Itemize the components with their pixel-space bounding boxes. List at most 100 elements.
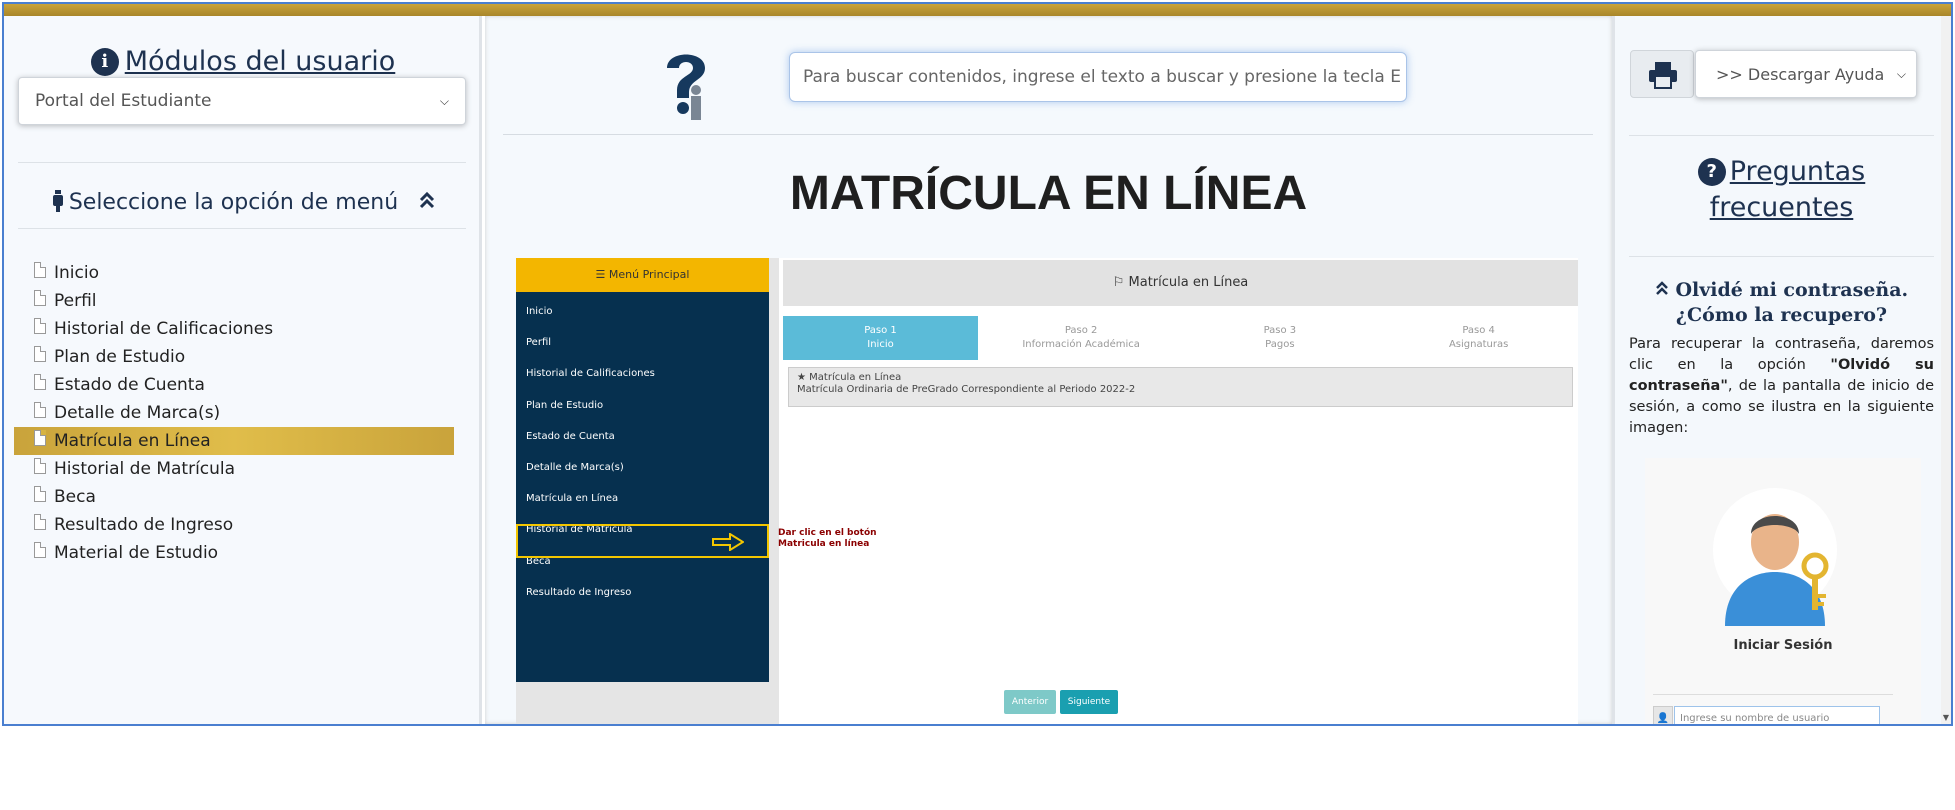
note-line: Dar clic en el botón	[778, 528, 877, 538]
login-illustration: Iniciar Sesión 👤 Ingrese su nombre de us…	[1645, 458, 1921, 724]
tutorial-screenshot: ☰ Menú Principal Inicio Perfil Historial d…	[516, 258, 1578, 724]
notice-line: Matrícula Ordinaria de PreGrado Correspo…	[797, 384, 1136, 395]
search-input[interactable]: Para buscar contenidos, ingrese el texto…	[789, 52, 1407, 102]
chevron-down-icon: ⌵	[1896, 66, 1906, 81]
faq-question-label: Olvidé mi contraseña. ¿Cómo la recupero?	[1675, 279, 1909, 326]
sidebar-item-label: Detalle de Marca(s)	[54, 403, 221, 423]
star-icon: ★	[797, 372, 806, 383]
modules-title-label: Módulos del usuario	[124, 46, 396, 77]
menu-heading[interactable]: Seleccione la opción de menú	[4, 190, 482, 215]
help-question-icon	[661, 46, 711, 126]
sidebar-item[interactable]: Historial de Calificaciones	[14, 315, 454, 343]
sidebar-item[interactable]: Plan de Estudio	[14, 343, 454, 371]
screenshot-sidebar: ☰ Menú Principal Inicio Perfil Historial d…	[516, 258, 769, 682]
divider	[503, 134, 1593, 135]
screenshot-instruction-note: Dar clic en el botón Matricula en línea	[778, 528, 877, 550]
screenshot-step: Paso 2 Información Académica	[982, 316, 1181, 360]
screenshot-sidebar-bottom	[516, 682, 779, 724]
step-name: Paso 4	[1462, 325, 1495, 336]
page-title: MATRÍCULA EN LÍNEA	[789, 167, 1308, 220]
sidebar-item[interactable]: Inicio	[14, 259, 454, 287]
sidebar-item-label: Historial de Matrícula	[54, 459, 236, 479]
modules-title[interactable]: i Módulos del usuario	[4, 46, 482, 77]
hand-pointer-icon	[51, 190, 65, 212]
content-panel: Para buscar contenidos, ingrese el texto…	[485, 16, 1612, 724]
step-desc: Pagos	[1265, 339, 1295, 350]
step-desc: Inicio	[867, 339, 894, 350]
screenshot-step: Paso 1 Inicio	[783, 316, 978, 360]
chevrons-up-icon	[1655, 279, 1676, 301]
screenshot-panel-title: ⚐ Matrícula en Línea	[783, 260, 1578, 306]
right-panel: >> Descargar Ayuda ⌵ ? Preguntas frecuent…	[1612, 16, 1945, 724]
module-select-value: Portal del Estudiante	[35, 91, 212, 111]
screenshot-menu-item: Matrícula en Línea	[526, 493, 619, 505]
note-line: Matricula en línea	[778, 539, 870, 549]
sidebar-item-label: Material de Estudio	[54, 543, 219, 563]
screenshot-menu-header: ☰ Menú Principal	[516, 258, 769, 292]
sidebar-item-label: Plan de Estudio	[54, 347, 186, 367]
module-select[interactable]: Portal del Estudiante ⌵	[18, 77, 466, 125]
faq-title-line: Preguntas	[1729, 156, 1866, 187]
document-icon	[34, 458, 46, 474]
faq-title[interactable]: ? Preguntas frecuentes	[1615, 154, 1948, 226]
divider	[18, 228, 466, 229]
step-name: Paso 3	[1263, 325, 1297, 336]
sidebar-item[interactable]: Material de Estudio	[14, 539, 454, 567]
sidebar-item-label: Beca	[54, 487, 96, 507]
screenshot-menu-item: Plan de Estudio	[526, 399, 604, 411]
divider	[1629, 135, 1934, 136]
document-icon	[34, 262, 46, 278]
arrow-right-icon	[712, 533, 744, 551]
scroll-down-icon[interactable]: ▼	[1941, 713, 1951, 722]
screenshot-menu-item: Estado de Cuenta	[526, 430, 615, 442]
user-icon: 👤	[1653, 706, 1673, 724]
divider	[1629, 256, 1934, 257]
download-help-select[interactable]: >> Descargar Ayuda ⌵	[1695, 50, 1917, 98]
username-input: Ingrese su nombre de usuario	[1674, 706, 1880, 724]
screenshot-menu-item: Resultado de Ingreso	[526, 586, 632, 598]
step-desc: Información Académica	[1022, 339, 1140, 350]
sidebar-item[interactable]: Historial de Matrícula	[14, 455, 454, 483]
document-icon	[34, 514, 46, 530]
screenshot-step: Paso 4 Asignaturas	[1379, 316, 1578, 360]
document-icon	[34, 290, 46, 306]
menu-list: Inicio Perfil Historial de Calificaciones P…	[14, 259, 454, 567]
info-icon: i	[90, 48, 119, 76]
step-name: Paso 2	[1064, 325, 1098, 336]
notice-line: Matrícula en Línea	[809, 372, 902, 383]
sidebar-item-label: Resultado de Ingreso	[54, 515, 234, 535]
sidebar-item[interactable]: Estado de Cuenta	[14, 371, 454, 399]
printer-icon	[1649, 62, 1677, 89]
sidebar-item[interactable]: Beca	[14, 483, 454, 511]
document-icon	[34, 542, 46, 558]
faq-question[interactable]: Olvidé mi contraseña. ¿Cómo la recupero?	[1629, 278, 1934, 328]
screenshot-steps: Paso 1 Inicio Paso 2 Información Académica P…	[783, 316, 1578, 360]
menu-heading-label: Seleccione la opción de menú	[68, 190, 399, 215]
screenshot-prev-button: Anterior	[1004, 690, 1056, 714]
document-icon	[34, 346, 46, 362]
download-help-select-value: >> Descargar Ayuda	[1716, 64, 1885, 84]
screenshot-menu-item: Perfil	[526, 337, 552, 349]
divider	[18, 162, 466, 163]
faq-title-line: frecuentes	[1709, 192, 1854, 223]
divider	[1653, 694, 1893, 695]
sidebar-item[interactable]: Matrícula en Línea	[14, 427, 454, 455]
sidebar-item-label: Estado de Cuenta	[54, 375, 205, 395]
user-key-icon	[1713, 488, 1837, 626]
scrollbar[interactable]: ▼	[1941, 16, 1951, 724]
sidebar-item[interactable]: Perfil	[14, 287, 454, 315]
sidebar-item-label: Matrícula en Línea	[54, 431, 211, 451]
screenshot-next-button: Siguiente	[1060, 690, 1118, 714]
step-name: Paso 1	[864, 325, 897, 336]
document-icon	[34, 430, 46, 446]
print-button[interactable]	[1630, 50, 1694, 98]
document-icon	[34, 318, 46, 334]
step-desc: Asignaturas	[1448, 339, 1509, 350]
chevrons-up-icon[interactable]	[419, 190, 435, 215]
chevron-down-icon: ⌵	[439, 93, 449, 108]
sidebar-item-label: Historial de Calificaciones	[54, 319, 274, 339]
sidebar-item[interactable]: Resultado de Ingreso	[14, 511, 454, 539]
sidebar-item[interactable]: Detalle de Marca(s)	[14, 399, 454, 427]
screenshot-menu-item: Historial de Calificaciones	[526, 368, 655, 380]
screenshot-step: Paso 3 Pagos	[1181, 316, 1380, 360]
